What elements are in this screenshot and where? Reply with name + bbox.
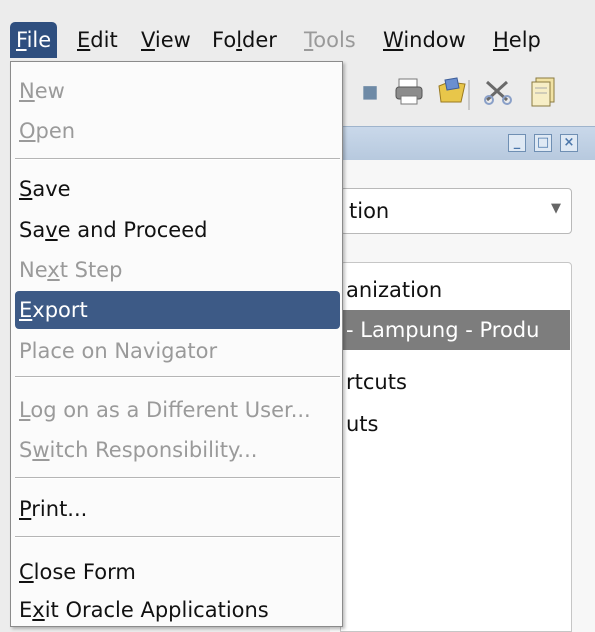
- responsibility-combo[interactable]: tion ▼: [340, 188, 572, 234]
- list-item[interactable]: uts: [340, 404, 580, 444]
- menu-item-switch-responsibility[interactable]: Switch Responsibility...: [15, 431, 340, 469]
- menu-view[interactable]: View: [135, 22, 197, 58]
- menu-folder[interactable]: Folder: [206, 22, 283, 58]
- print-icon[interactable]: [392, 74, 428, 110]
- menu-item-close-form[interactable]: Close Form: [15, 553, 340, 591]
- chevron-down-icon: ▼: [551, 201, 561, 216]
- menu-item-place-on-navigator[interactable]: Place on Navigator: [15, 332, 340, 370]
- menu-file[interactable]: File: [10, 22, 58, 58]
- minimize-button[interactable]: _: [508, 134, 526, 152]
- menu-item-exit-oracle-applications[interactable]: Exit Oracle Applications: [15, 591, 340, 629]
- menu-window[interactable]: Window: [377, 22, 472, 58]
- copy-icon[interactable]: [526, 74, 562, 110]
- menu-tools[interactable]: Tools: [298, 22, 362, 58]
- menu-separator: [15, 477, 340, 479]
- menu-separator: [15, 158, 340, 160]
- maximize-button[interactable]: □: [534, 134, 552, 152]
- menu-help[interactable]: Help: [487, 22, 547, 58]
- menu-item-new[interactable]: New: [15, 72, 340, 110]
- menu-bar: File Edit View Folder Tools Window Help: [0, 0, 595, 62]
- menu-item-open[interactable]: Open: [15, 112, 340, 150]
- menu-item-print[interactable]: Print...: [15, 490, 340, 528]
- menu-item-save[interactable]: Save: [15, 170, 340, 208]
- file-menu-dropdown: New Open Save Save and Proceed Next Step…: [10, 61, 343, 627]
- list-item-selected[interactable]: - Lampung - Produ: [330, 310, 570, 350]
- list-item[interactable]: anization: [340, 270, 580, 310]
- menu-item-next-step[interactable]: Next Step: [15, 251, 340, 289]
- toolbar-icon-partial[interactable]: ▪: [352, 74, 388, 110]
- close-button[interactable]: ×: [560, 134, 578, 152]
- cut-icon[interactable]: [480, 74, 516, 110]
- list-item[interactable]: rtcuts: [340, 362, 580, 402]
- menu-separator: [15, 376, 340, 378]
- toolbar-separator: [468, 80, 470, 110]
- menu-item-export[interactable]: Export: [15, 291, 340, 329]
- menu-item-save-and-proceed[interactable]: Save and Proceed: [15, 211, 340, 249]
- toolbar: ▪: [330, 66, 595, 124]
- menu-item-log-on-different-user[interactable]: Log on as a Different User...: [15, 391, 340, 429]
- folder-icon[interactable]: [434, 74, 470, 110]
- combo-value: tion: [349, 199, 390, 223]
- window-titlebar: _ □ ×: [330, 126, 595, 160]
- menu-edit[interactable]: Edit: [71, 22, 124, 58]
- menu-separator: [15, 536, 340, 538]
